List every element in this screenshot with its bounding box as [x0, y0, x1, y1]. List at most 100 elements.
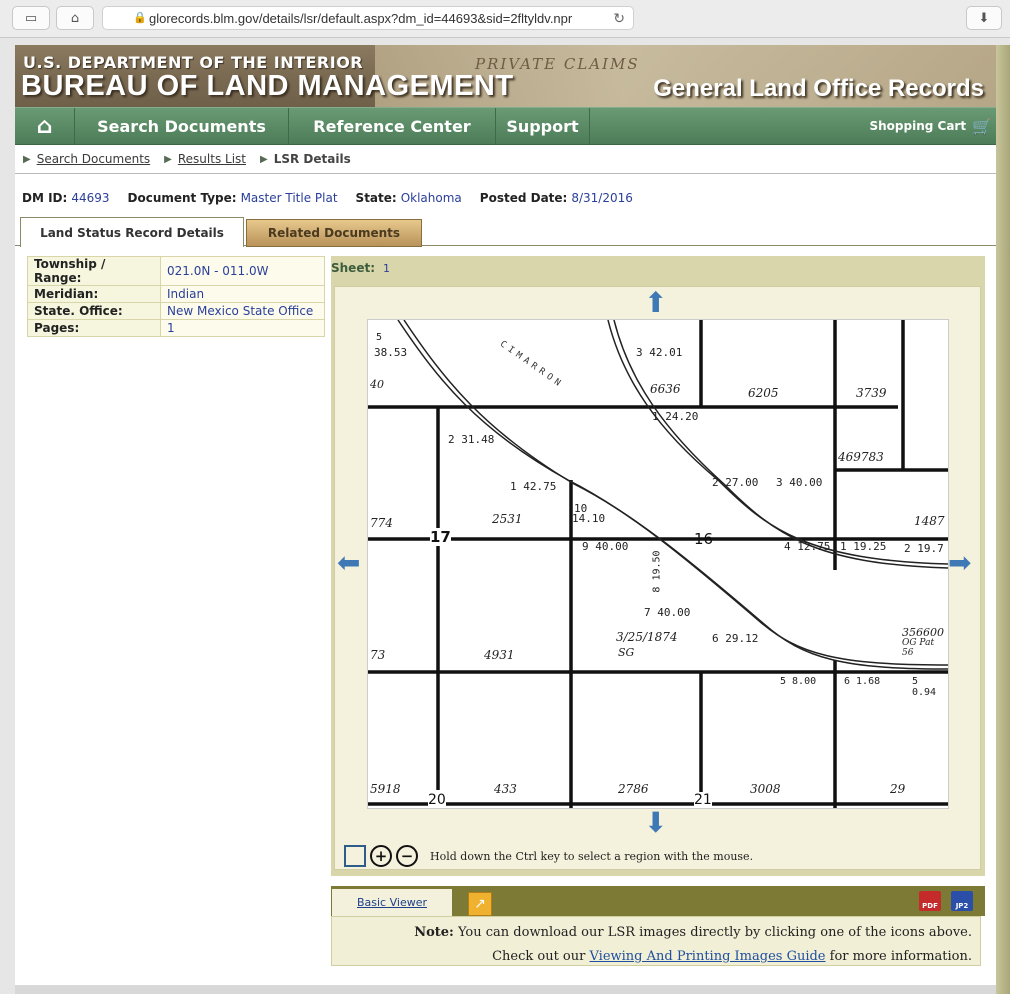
viewer-toolbar: + − Hold down the Ctrl key to select a r… [338, 839, 983, 873]
viewing-guide-link[interactable]: Viewing And Printing Images Guide [590, 949, 826, 964]
map-label: 5 8.00 [780, 676, 817, 687]
download-note: Note: You can download our LSR images di… [331, 916, 981, 966]
cart-icon: 🛒 [972, 116, 992, 136]
map-label: 7 40.00 [644, 606, 691, 619]
note-bold: Note: [414, 925, 454, 940]
map-label: 774 [370, 516, 393, 530]
breadcrumb-results-list[interactable]: Results List [178, 152, 246, 166]
map-label: 6205 [748, 386, 779, 400]
pan-right-icon[interactable]: ➡ [948, 549, 971, 577]
browser-toolbar: ▭ ⌂ 🔒 glorecords.blm.gov/details/lsr/def… [0, 0, 1010, 38]
detail-value: 021.0N - 011.0W [160, 256, 325, 286]
nav-home[interactable]: ⌂ [15, 108, 75, 144]
map-label: 4931 [484, 648, 515, 662]
map-label: 2786 [618, 782, 649, 796]
map-label: 14.10 [572, 512, 606, 525]
map-label: 2 19.7 [904, 542, 944, 555]
banner-site-title: General Land Office Records [653, 75, 984, 102]
plat-map-image[interactable]: 38.53 40 3 42.01 6636 6205 3739 1 24.20 … [367, 319, 949, 809]
detail-value: New Mexico State Office [160, 302, 325, 320]
banner-bureau: BUREAU OF LAND MANAGEMENT [21, 70, 514, 102]
basic-viewer-link[interactable]: Basic Viewer [332, 889, 452, 916]
pan-down-icon[interactable]: ⬇ [644, 809, 667, 837]
nav-search-documents[interactable]: Search Documents [75, 108, 289, 144]
detail-value: Indian [160, 285, 325, 303]
section-number: 16 [694, 530, 714, 548]
breadcrumb-arrow-icon: ▶ [23, 153, 31, 165]
page-footer [15, 985, 996, 994]
map-label: 5918 [370, 782, 401, 796]
pan-left-icon[interactable]: ⬅ [337, 549, 360, 577]
map-label: 8 19.50 [651, 550, 663, 593]
map-label: 2531 [492, 512, 523, 526]
select-region-icon[interactable] [344, 845, 366, 867]
detail-key: Meridian: [27, 285, 161, 303]
document-meta: DM ID: 44693 Document Type: Master Title P… [22, 191, 633, 205]
map-label: 3739 [856, 386, 887, 400]
tab-land-status-record-details[interactable]: Land Status Record Details [20, 217, 244, 247]
dm-id-value: 44693 [71, 191, 110, 205]
popout-icon[interactable]: ↗ [468, 892, 492, 916]
map-label: 38.53 [374, 346, 408, 359]
table-row: Pages: 1 [27, 319, 325, 337]
home-icon: ⌂ [70, 10, 80, 26]
map-label: 6 1.68 [844, 676, 881, 687]
zoom-out-icon[interactable]: − [396, 845, 418, 867]
reload-icon[interactable]: ↻ [613, 10, 625, 27]
viewer-footer-bar: Basic Viewer ↗ PDF JP2 [331, 886, 985, 916]
map-label: 433 [494, 782, 517, 796]
section-number: 21 [694, 792, 712, 808]
sidebar-toggle-button[interactable]: ▭ [12, 6, 50, 30]
detail-value: 1 [160, 319, 325, 337]
tab-related-documents[interactable]: Related Documents [246, 219, 422, 247]
map-label: 3008 [750, 782, 781, 796]
detail-key: Pages: [27, 319, 161, 337]
map-label: 40 [370, 378, 384, 391]
address-bar[interactable]: 🔒 glorecords.blm.gov/details/lsr/default… [102, 6, 634, 30]
note-text: You can download our LSR images directly… [457, 925, 972, 940]
map-label: 73 [370, 648, 386, 662]
shopping-cart-label: Shopping Cart [869, 119, 967, 133]
jp2-download-icon[interactable]: JP2 [951, 891, 973, 911]
map-label: 29 [890, 782, 906, 796]
home-icon: ⌂ [36, 113, 53, 139]
map-label: 5 0.94 [912, 676, 937, 698]
map-label: 469783 [838, 450, 884, 464]
site-banner: PRIVATE CLAIMS U.S. DEPARTMENT OF THE IN… [15, 45, 996, 107]
divider [15, 173, 996, 174]
main-nav: ⌂ Search Documents Reference Center Supp… [15, 107, 996, 145]
nav-reference-center[interactable]: Reference Center [289, 108, 496, 144]
map-label: 1487 [914, 514, 945, 528]
map-label: 9 40.00 [582, 540, 629, 553]
pdf-download-icon[interactable]: PDF [919, 891, 941, 911]
page-side-strip [996, 45, 1010, 994]
sidebar-icon: ▭ [24, 10, 38, 26]
viewer-canvas: ⬆ ⬅ ➡ ⬇ 38.53 40 3 42.01 6636 6205 3739 … [334, 286, 981, 870]
breadcrumb-arrow-icon: ▶ [260, 153, 268, 165]
nav-support[interactable]: Support [496, 108, 590, 144]
shopping-cart-link[interactable]: Shopping Cart 🛒 [869, 108, 992, 144]
download-icon: ⬇ [978, 10, 990, 26]
breadcrumb-search-documents[interactable]: Search Documents [37, 152, 150, 166]
downloads-button[interactable]: ⬇ [966, 6, 1002, 30]
posted-date-value: 8/31/2016 [571, 191, 633, 205]
map-label: 1 24.20 [652, 410, 699, 423]
map-label: SG [618, 646, 635, 659]
map-label: 1 19.25 [840, 540, 887, 553]
note-line-2: Check out our Viewing And Printing Image… [332, 945, 972, 969]
map-label: 2 27.00 [712, 476, 759, 489]
sheet-label: Sheet: [331, 261, 375, 275]
viewer-hint: Hold down the Ctrl key to select a regio… [430, 849, 754, 863]
note-text: for more information. [829, 949, 972, 964]
map-label: 6636 [650, 382, 681, 396]
breadcrumb-current: LSR Details [273, 152, 351, 166]
table-row: Meridian: Indian [27, 285, 325, 303]
home-button[interactable]: ⌂ [56, 6, 94, 30]
dm-id-label: DM ID: [22, 191, 68, 205]
map-label: 3/25/1874 [616, 630, 678, 644]
zoom-in-icon[interactable]: + [370, 845, 392, 867]
pan-up-icon[interactable]: ⬆ [644, 289, 667, 317]
map-label: 4 12.75 [784, 540, 831, 553]
note-line-1: Note: You can download our LSR images di… [332, 921, 972, 945]
sheet-value[interactable]: 1 [383, 262, 390, 275]
